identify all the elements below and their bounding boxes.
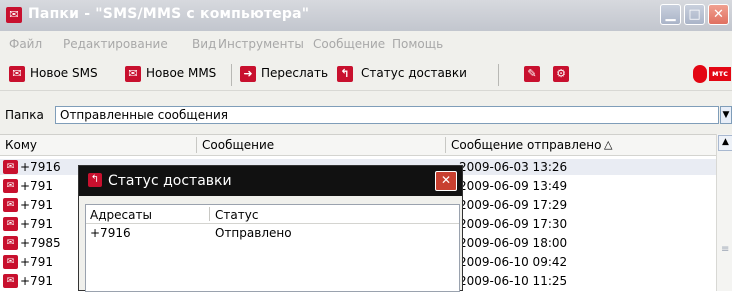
row-sent-date: 2009-06-10 09:42 — [459, 255, 568, 269]
dialog-title: Статус доставки — [108, 173, 232, 189]
scroll-up-icon[interactable]: ▲ — [718, 135, 732, 151]
maximize-button[interactable]: □ — [684, 4, 705, 25]
sms-icon: ✉ — [3, 236, 18, 250]
sms-icon: ✉ — [3, 274, 18, 288]
row-sent-date: 2009-06-09 17:29 — [459, 198, 568, 212]
mts-logo: мтс — [693, 65, 731, 83]
menu-message[interactable]: Сообщение — [313, 37, 385, 51]
minimize-icon: ▁ — [665, 7, 676, 22]
delivery-status-button[interactable]: Статус доставки — [361, 66, 467, 80]
window-title: Папки - "SMS/MMS с компьютера" — [28, 6, 310, 22]
new-sms-icon: ✉ — [9, 66, 25, 82]
dialog-list-header: Адресаты Статус — [86, 205, 459, 224]
dialog-list: Адресаты Статус +7916 Отправлено — [85, 204, 460, 292]
new-mms-button[interactable]: Новое MMS — [146, 66, 216, 80]
row-sent-date: 2009-06-10 11:25 — [459, 274, 568, 288]
row-sent-date: 2009-06-03 13:26 — [459, 160, 568, 174]
delivery-status-dialog: ↰ Статус доставки ✕ Адресаты Статус +791… — [78, 165, 463, 292]
toolbar: ✉ Новое SMS ✉ Новое MMS ➜ Переслать ↰ Ст… — [0, 58, 732, 91]
row-recipient: +791 — [20, 179, 53, 193]
row-sent-date: 2009-06-09 18:00 — [459, 236, 568, 250]
column-header-recipients[interactable]: Адресаты — [90, 208, 152, 222]
row-recipient: +7916 — [20, 160, 61, 174]
scroll-grip[interactable]: ≡ — [721, 244, 729, 255]
list-header: Кому Сообщение Сообщение отправлено △ — [0, 135, 716, 156]
column-separator[interactable] — [209, 207, 210, 221]
menu-view[interactable]: Вид — [192, 37, 216, 51]
folder-label: Папка — [5, 108, 44, 122]
toolbar-separator — [498, 64, 499, 86]
address-book-icon[interactable]: ✎ — [524, 66, 540, 82]
delivery-status-icon: ↰ — [337, 66, 353, 82]
minimize-button[interactable]: ▁ — [660, 4, 681, 25]
vertical-scrollbar[interactable]: ▲ ≡ — [716, 134, 732, 291]
sort-asc-icon: △ — [604, 138, 613, 151]
forward-button[interactable]: Переслать — [261, 66, 328, 80]
new-sms-button[interactable]: Новое SMS — [30, 66, 98, 80]
menu-file[interactable]: Файл — [9, 37, 42, 51]
sms-icon: ✉ — [3, 217, 18, 231]
main-window: ✉ Папки - "SMS/MMS с компьютера" ▁ □ ✕ Ф… — [0, 0, 732, 292]
menu-bar: Файл Редактирование Вид Инструменты Сооб… — [0, 33, 732, 55]
chevron-down-icon[interactable]: ▼ — [720, 106, 732, 124]
close-icon: ✕ — [440, 173, 452, 187]
dialog-title-bar: ↰ Статус доставки ✕ — [79, 166, 462, 196]
folder-select[interactable]: Отправленные сообщения — [55, 106, 719, 124]
sms-icon: ✉ — [3, 179, 18, 193]
column-header-status[interactable]: Статус — [215, 208, 258, 222]
row-recipient: +7985 — [20, 236, 61, 250]
column-header-sent[interactable]: Сообщение отправлено — [451, 138, 601, 152]
menu-help[interactable]: Помощь — [392, 37, 443, 51]
row-sent-date: 2009-06-09 17:30 — [459, 217, 568, 231]
row-sent-date: 2009-06-09 13:49 — [459, 179, 568, 193]
column-header-message[interactable]: Сообщение — [202, 138, 274, 152]
row-recipient: +791 — [20, 198, 53, 212]
dialog-status: Отправлено — [215, 226, 292, 240]
sms-icon: ✉ — [3, 198, 18, 212]
row-recipient: +791 — [20, 217, 53, 231]
folder-row: Папка Отправленные сообщения ▼ — [0, 104, 732, 128]
forward-icon: ➜ — [240, 66, 256, 82]
delivery-status-icon: ↰ — [88, 173, 102, 187]
toolbar-separator — [231, 64, 232, 86]
row-recipient: +791 — [20, 255, 53, 269]
close-button[interactable]: ✕ — [708, 4, 729, 25]
row-recipient: +791 — [20, 274, 53, 288]
column-header-to[interactable]: Кому — [5, 138, 37, 152]
app-icon: ✉ — [6, 7, 22, 23]
dialog-close-button[interactable]: ✕ — [435, 171, 457, 191]
new-mms-icon: ✉ — [125, 66, 141, 82]
maximize-icon: □ — [688, 7, 701, 22]
sms-icon: ✉ — [3, 255, 18, 269]
column-separator[interactable] — [196, 137, 197, 153]
menu-edit[interactable]: Редактирование — [63, 37, 168, 51]
sms-icon: ✉ — [3, 160, 18, 174]
menu-tools[interactable]: Инструменты — [218, 37, 304, 51]
dialog-recipient: +7916 — [90, 226, 131, 240]
close-icon: ✕ — [713, 7, 724, 22]
settings-icon[interactable]: ⚙ — [553, 66, 569, 82]
title-bar: ✉ Папки - "SMS/MMS с компьютера" ▁ □ ✕ — [0, 0, 732, 31]
column-separator[interactable] — [445, 137, 446, 153]
